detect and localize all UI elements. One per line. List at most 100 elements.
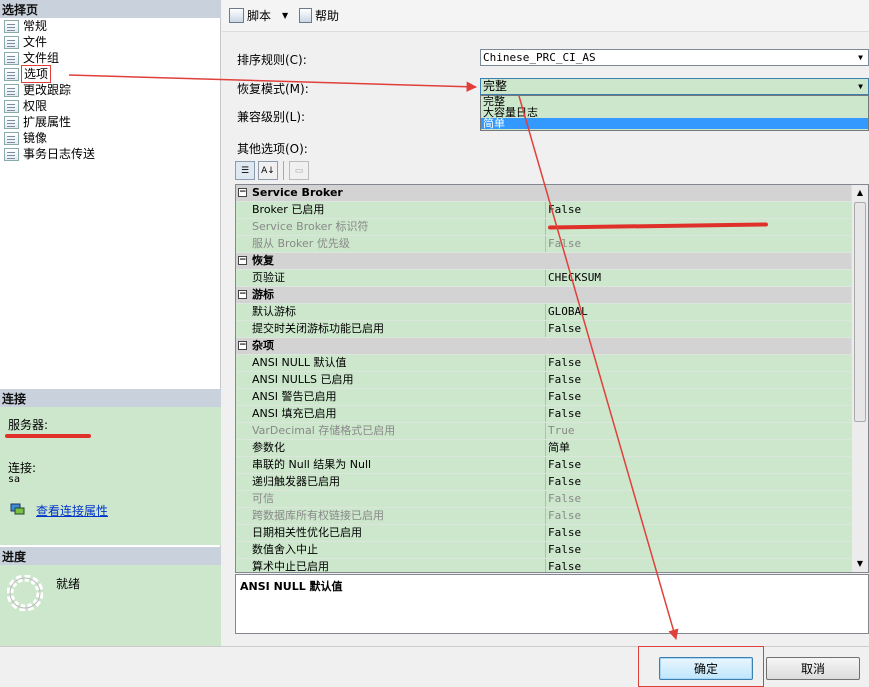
grid-row[interactable]: 默认游标 GLOBAL [236, 304, 868, 321]
scroll-up-icon[interactable]: ▲ [852, 185, 868, 201]
chevron-down-icon[interactable]: ▼ [282, 11, 288, 20]
recovery-model-select[interactable]: 完整 ▼ [480, 78, 869, 95]
grid-row[interactable]: 参数化 简单 [236, 440, 868, 457]
property-value[interactable]: False [546, 559, 868, 572]
property-value[interactable]: False [546, 355, 868, 371]
grid-row[interactable]: 递归触发器已启用 False [236, 474, 868, 491]
script-button[interactable]: 脚本 ▼ [229, 6, 288, 24]
property-value[interactable]: CHECKSUM [546, 270, 868, 286]
grid-row[interactable]: 算术中止已启用 False [236, 559, 868, 572]
page-item-label: 文件组 [23, 51, 60, 65]
page-item-5[interactable]: 更改跟踪 [0, 82, 221, 98]
page-item-7[interactable]: 扩展属性 [0, 114, 221, 130]
page-icon [4, 83, 19, 97]
page-icon [4, 67, 19, 81]
cancel-button[interactable]: 取消 [766, 657, 860, 680]
grid-scrollbar[interactable]: ▲ ▼ [851, 185, 868, 572]
annotation-box-ok [638, 646, 764, 687]
property-value[interactable]: False [546, 372, 868, 388]
grid-row[interactable]: 串联的 Null 结果为 Null False [236, 457, 868, 474]
property-value[interactable]: False [546, 525, 868, 541]
collation-value: Chinese_PRC_CI_AS [483, 51, 596, 64]
property-name: ANSI 警告已启用 [236, 389, 546, 405]
property-value[interactable]: False [546, 491, 868, 507]
progress-spinner-icon [6, 574, 44, 612]
grid-row[interactable]: 跨数据库所有权链接已启用 False [236, 508, 868, 525]
page-item-label: 文件 [23, 35, 48, 49]
page-item-9[interactable]: 事务日志传送 [0, 146, 221, 162]
collation-select[interactable]: Chinese_PRC_CI_AS ▼ [480, 49, 869, 66]
page-list: 常规 文件文件组 选项 更改跟踪 权限 扩展属性 镜像 事务日志传送 [0, 18, 221, 162]
property-name: 服从 Broker 优先级 [236, 236, 546, 252]
sort-alpha-icon[interactable]: A↓ [258, 161, 278, 180]
property-name: 参数化 [236, 440, 546, 456]
connection-user: sa [8, 474, 21, 485]
grid-row[interactable]: 提交时关闭游标功能已启用 False [236, 321, 868, 338]
page-item-3[interactable]: 文件组 [0, 50, 221, 66]
grid-row[interactable]: ANSI 警告已启用 False [236, 389, 868, 406]
property-value[interactable]: False [546, 321, 868, 337]
property-value[interactable]: True [546, 423, 868, 439]
grid-row[interactable]: ANSI 填充已启用 False [236, 406, 868, 423]
recovery-option[interactable]: 简单 [481, 118, 868, 129]
property-value[interactable]: False [546, 389, 868, 405]
property-pages-icon: ▭ [289, 161, 309, 180]
page-item-1[interactable]: 常规 [0, 18, 221, 34]
help-icon [299, 7, 312, 23]
property-name: 日期相关性优化已启用 [236, 525, 546, 541]
grid-row[interactable]: 日期相关性优化已启用 False [236, 525, 868, 542]
property-name: ANSI 填充已启用 [236, 406, 546, 422]
property-value[interactable]: 简单 [546, 440, 868, 456]
scroll-down-icon[interactable]: ▼ [852, 556, 868, 572]
connection-properties-icon [10, 503, 25, 515]
page-item-label: 扩展属性 [23, 115, 72, 129]
recovery-option[interactable]: 完整 [481, 96, 868, 107]
page-icon [4, 99, 19, 113]
property-value[interactable]: False [546, 542, 868, 558]
collapse-icon[interactable]: − [238, 256, 247, 265]
property-value[interactable]: GLOBAL [546, 304, 868, 320]
property-value[interactable]: False [546, 202, 868, 218]
property-value[interactable]: False [546, 236, 868, 252]
grid-row[interactable]: 页验证 CHECKSUM [236, 270, 868, 287]
categorized-icon[interactable]: ☰ [235, 161, 255, 180]
grid-category[interactable]: − 游标 [236, 287, 868, 304]
property-value[interactable]: False [546, 406, 868, 422]
select-page-header: 选择页 [0, 0, 221, 18]
grid-category[interactable]: − 杂项 [236, 338, 868, 355]
progress-status: 就绪 [56, 577, 81, 591]
grid-row[interactable]: Broker 已启用 False [236, 202, 868, 219]
collapse-icon[interactable]: − [238, 290, 247, 299]
property-name: 提交时关闭游标功能已启用 [236, 321, 546, 337]
help-button[interactable]: 帮助 [299, 6, 339, 24]
grid-category[interactable]: − Service Broker [236, 185, 868, 202]
grid-category[interactable]: − 恢复 [236, 253, 868, 270]
recovery-model-dropdown: 完整 大容量日志 简单 [480, 95, 869, 131]
grid-row[interactable]: 数值舍入中止 False [236, 542, 868, 559]
recovery-option[interactable]: 大容量日志 [481, 107, 868, 118]
grid-row[interactable]: 服从 Broker 优先级 False [236, 236, 868, 253]
grid-category-label: 恢复 [236, 253, 868, 269]
page-item-label: 事务日志传送 [23, 147, 96, 161]
property-name: 跨数据库所有权链接已启用 [236, 508, 546, 524]
grid-row[interactable]: 可信 False [236, 491, 868, 508]
property-value[interactable]: False [546, 457, 868, 473]
property-description: ANSI NULL 默认值 [235, 574, 869, 634]
page-item-4[interactable]: 选项 [0, 65, 221, 83]
property-value[interactable]: False [546, 474, 868, 490]
property-value[interactable]: False [546, 508, 868, 524]
scrollbar-thumb[interactable] [854, 202, 866, 422]
property-name: 串联的 Null 结果为 Null [236, 457, 546, 473]
grid-row[interactable]: ANSI NULL 默认值 False [236, 355, 868, 372]
collapse-icon[interactable]: − [238, 341, 247, 350]
page-icon [4, 147, 19, 161]
compat-level-label: 兼容级别(L): [237, 110, 306, 124]
page-item-8[interactable]: 镜像 [0, 130, 221, 146]
server-label: 服务器: [8, 418, 49, 432]
grid-row[interactable]: ANSI NULLS 已启用 False [236, 372, 868, 389]
collapse-icon[interactable]: − [238, 188, 247, 197]
page-item-6[interactable]: 权限 [0, 98, 221, 114]
view-connection-properties-link[interactable]: 查看连接属性 [36, 502, 108, 519]
page-item-2[interactable]: 文件 [0, 34, 221, 50]
grid-row[interactable]: VarDecimal 存储格式已启用 True [236, 423, 868, 440]
